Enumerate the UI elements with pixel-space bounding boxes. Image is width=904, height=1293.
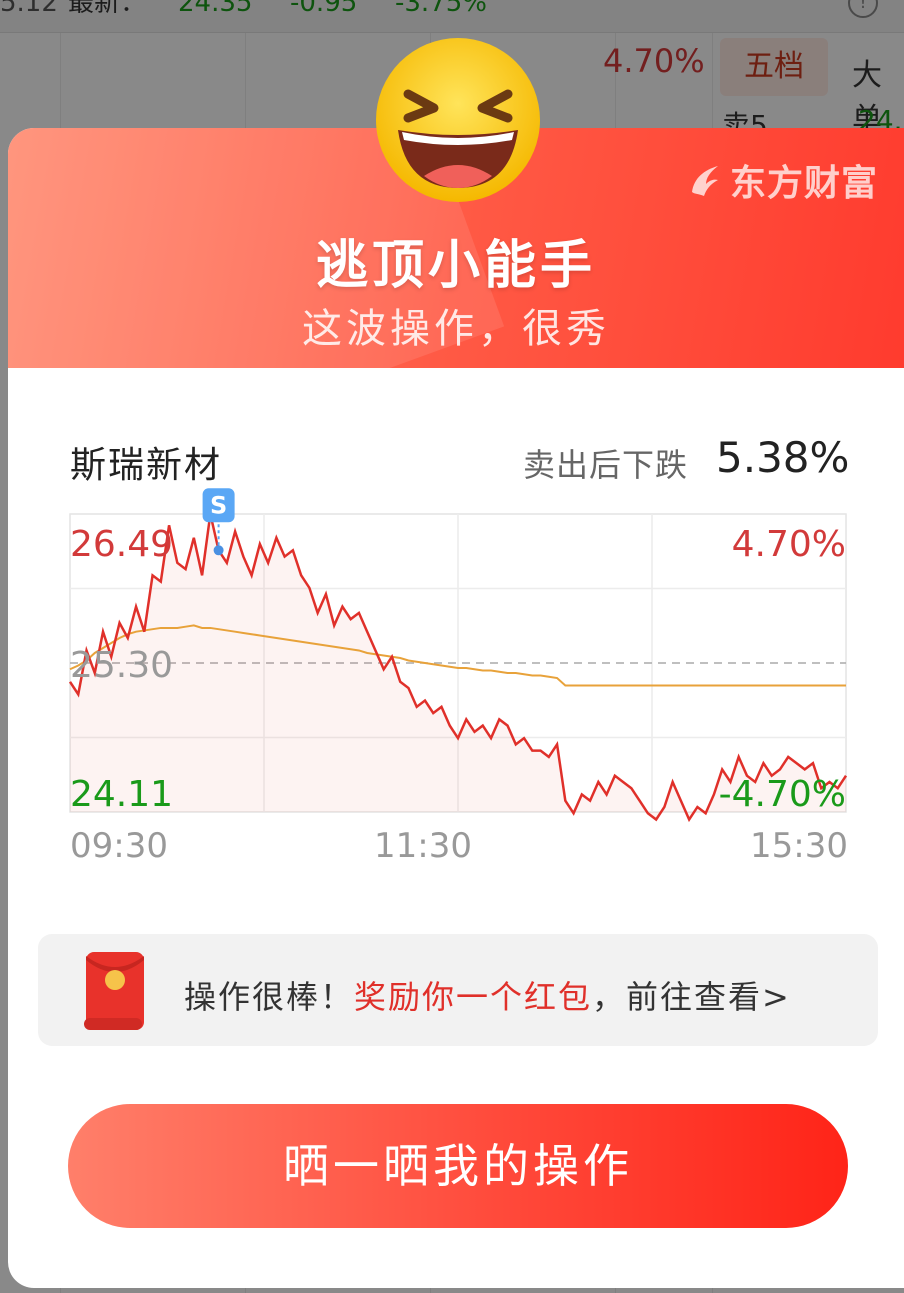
- reward-text: 操作很棒！奖励你一个红包，前往查看>: [184, 972, 791, 1018]
- sell-marker-label: S: [210, 491, 227, 519]
- achievement-modal: 东方财富 逃顶小能手 这波操作，很秀 斯瑞新材 卖出后下跌 5.38% S 26…: [8, 128, 904, 1288]
- y-high-label: 26.49: [70, 524, 173, 565]
- time-label-mid: 11:30: [374, 826, 472, 866]
- reward-prefix: 操作很棒！: [184, 978, 355, 1016]
- reward-highlight: 奖励你一个红包: [354, 978, 593, 1016]
- reward-banner[interactable]: 操作很棒！奖励你一个红包，前往查看>: [38, 934, 878, 1046]
- red-envelope-icon: [84, 952, 144, 1030]
- y-mid-label: 25.30: [70, 645, 173, 686]
- y-low-label: 24.11: [70, 774, 173, 815]
- share-operation-button[interactable]: 晒一晒我的操作: [68, 1104, 848, 1228]
- pct-high-label: 4.70%: [732, 524, 846, 565]
- laughing-emoji-icon: [376, 38, 540, 202]
- time-label-end: 15:30: [750, 826, 848, 866]
- time-label-start: 09:30: [70, 826, 168, 866]
- sell-point: [213, 545, 224, 556]
- reward-link[interactable]: ，前往查看>: [592, 978, 791, 1016]
- pct-low-label: -4.70%: [719, 774, 846, 815]
